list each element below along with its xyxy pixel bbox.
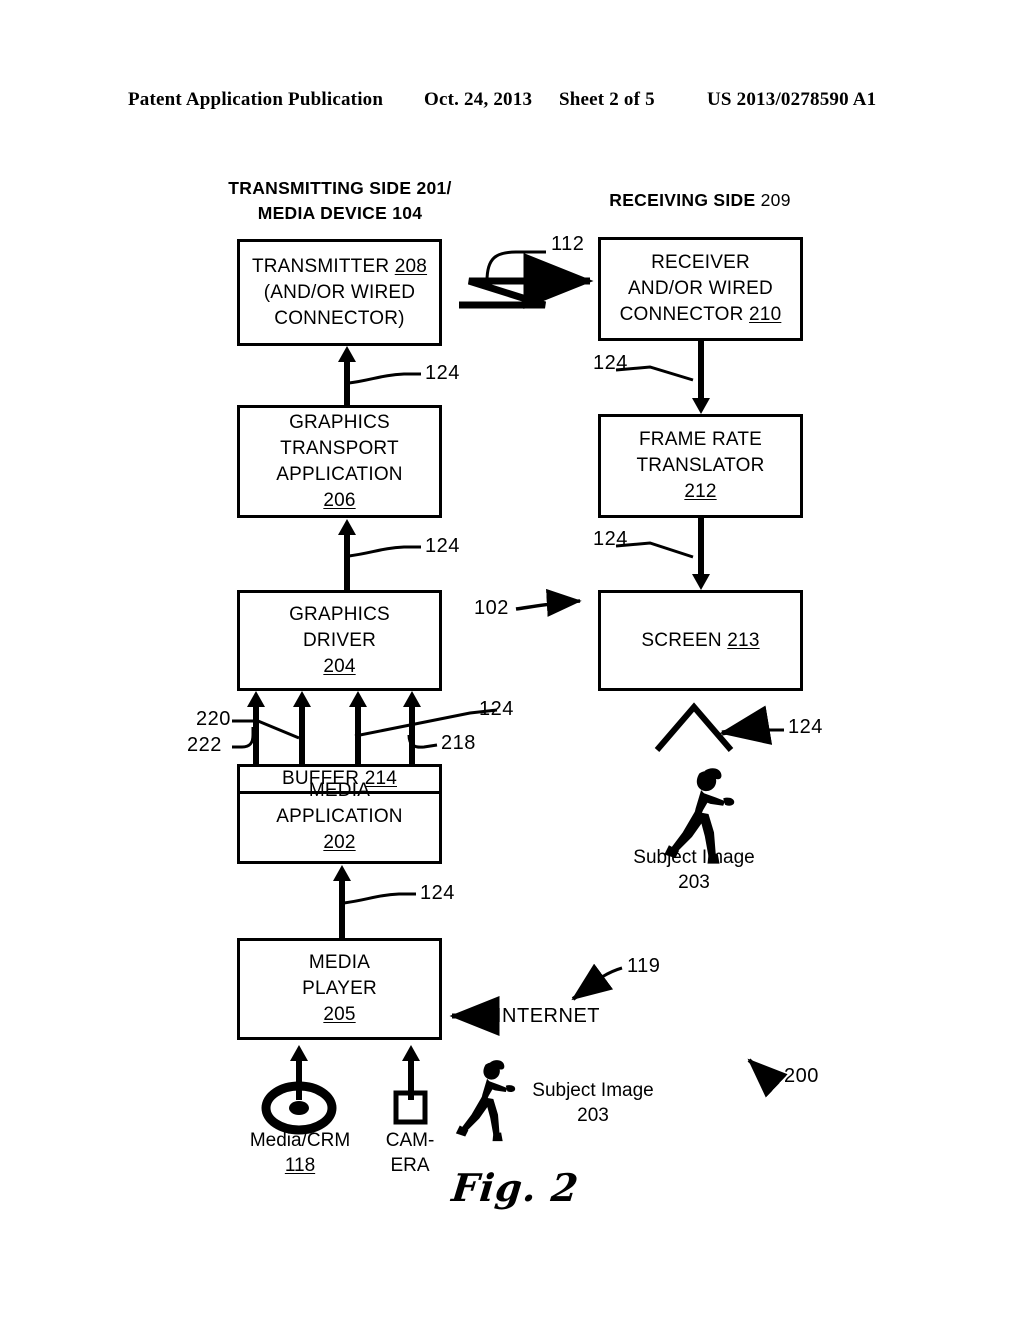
ref-124-driver: 124	[425, 535, 460, 557]
header-sheet: Sheet 2 of 5	[559, 89, 655, 110]
leader-124-player	[343, 892, 416, 905]
arrow-driver-to-transport	[344, 534, 350, 590]
figure-line-overlay	[232, 250, 788, 1142]
ref-124-screen: 124	[593, 528, 628, 550]
arrow-102-to-screen	[515, 588, 582, 617]
graphics-transport-line3: APPLICATION	[276, 463, 403, 485]
receiver-line1: RECEIVER	[651, 252, 750, 273]
transmitting-side-title: TRANSMITTING SIDE 201/ MEDIA DEVICE 104	[198, 176, 482, 226]
graphics-driver-line1: GRAPHICS	[289, 603, 390, 625]
media-application-line2: APPLICATION	[276, 806, 403, 827]
media-player-line1: MEDIA	[308, 952, 371, 973]
ref-119: 119	[627, 955, 661, 977]
arrow-camera-to-player	[408, 1060, 414, 1100]
subject-image-num-bottom: 203	[577, 1105, 609, 1126]
media-player-box[interactable]: MEDIA PLAYER 205	[237, 938, 442, 1040]
arrow-translator-to-screen	[698, 518, 704, 575]
display-output-chevron	[654, 702, 734, 752]
header-patent-number: US 2013/0278590 A1	[707, 89, 877, 110]
patent-figure-page: Patent Application Publication Oct. 24, …	[0, 0, 1024, 1320]
arrow-media-crm-to-player	[296, 1060, 302, 1100]
camera-label-line1: CAM-	[385, 1130, 435, 1151]
subject-image-caption-right: Subject Image 203	[614, 845, 774, 895]
arrow-buffer-stream-220	[299, 706, 305, 764]
leader-222	[232, 727, 255, 749]
ref-124-buffer: 124	[479, 698, 514, 720]
subject-image-num-right: 203	[678, 872, 710, 893]
ref-112: 112	[551, 233, 585, 255]
header-publication: Patent Application Publication	[128, 89, 384, 110]
graphics-transport-ref-num: 206	[323, 489, 356, 511]
ref-218: 218	[441, 732, 476, 754]
leader-arrow-119	[571, 963, 614, 1001]
arrow-transport-to-transmitter	[344, 361, 350, 405]
ref-102: 102	[474, 597, 509, 619]
link-112-zigzag	[459, 250, 594, 309]
graphics-transport-application-box[interactable]: GRAPHICS TRANSPORT APPLICATION 206	[237, 405, 442, 518]
receiver-ref-num: 210	[749, 304, 782, 325]
media-crm-label: Media/CRM	[249, 1130, 351, 1151]
graphics-driver-line2: DRIVER	[303, 629, 376, 651]
subject-image-runner-bottom	[455, 1060, 516, 1142]
receiver-line3: CONNECTOR 210	[619, 304, 782, 325]
ref-124-chevron: 124	[788, 716, 823, 738]
screen-ref-num: 213	[727, 629, 760, 651]
ref-222: 222	[187, 734, 222, 756]
arrow-buffer-stream-218	[409, 706, 415, 764]
arrow-buffer-stream-222	[253, 706, 259, 764]
graphics-transport-line2: TRANSPORT	[280, 437, 399, 459]
leader-arrow-200	[747, 1058, 788, 1098]
ref-124-translator: 124	[593, 352, 628, 374]
frame-rate-translator-box[interactable]: FRAME RATE TRANSLATOR 212	[598, 414, 803, 518]
graphics-driver-box[interactable]: GRAPHICS DRIVER 204	[237, 590, 442, 691]
media-application-ref-num: 202	[323, 832, 356, 853]
leader-124-driver	[348, 545, 421, 558]
subject-image-caption-bottom: Subject Image 203	[513, 1078, 673, 1128]
transmitting-side-title-line1: TRANSMITTING SIDE 201/	[228, 178, 452, 198]
transmitting-side-title-line2: MEDIA DEVICE 104	[257, 203, 423, 223]
figure-caption: Fig. 2	[449, 1165, 582, 1210]
media-player-ref-num: 205	[323, 1004, 356, 1025]
media-player-line2: PLAYER	[302, 978, 377, 999]
graphics-driver-ref-num: 204	[323, 655, 356, 677]
media-crm-caption: Media/CRM 118	[241, 1128, 359, 1178]
page-header: Patent Application Publication Oct. 24, …	[0, 88, 1024, 112]
subject-image-label-right: Subject Image	[633, 847, 755, 868]
media-crm-ref-num: 118	[284, 1155, 316, 1176]
frame-rate-translator-ref-num: 212	[684, 481, 717, 502]
buffer-ref-num: 214	[364, 768, 397, 789]
arrow-player-to-application	[339, 880, 345, 938]
buffer-band[interactable]: BUFFER 214	[240, 767, 439, 794]
ref-200: 200	[784, 1065, 819, 1087]
leader-124-transport	[348, 372, 421, 385]
graphics-transport-line1: GRAPHICS	[289, 411, 390, 433]
transmitter-ref-num: 208	[394, 255, 428, 277]
transmitter-label: TRANSMITTER 208	[251, 255, 428, 277]
internet-label: INTERNET	[496, 1005, 600, 1027]
receiver-line2: AND/OR WIRED	[628, 278, 773, 299]
header-date: Oct. 24, 2013	[424, 89, 533, 110]
receiving-side-title-num: 209	[760, 190, 791, 210]
receiver-box[interactable]: RECEIVER AND/OR WIRED CONNECTOR 210	[598, 237, 803, 341]
camera-label-line2: ERA	[390, 1155, 430, 1176]
transmitter-line2: (AND/OR WIRED	[263, 281, 416, 303]
arrow-receiver-to-translator	[698, 341, 704, 399]
arrow-buffer-stream-124	[355, 706, 361, 764]
frame-rate-translator-line2: TRANSLATOR	[636, 455, 765, 476]
leader-220	[232, 719, 300, 740]
screen-box[interactable]: SCREEN 213	[598, 590, 803, 691]
subject-image-label-bottom: Subject Image	[532, 1080, 654, 1101]
transmitter-line3: CONNECTOR)	[274, 307, 405, 329]
media-application-box[interactable]: BUFFER 214 MEDIA APPLICATION 202	[237, 764, 442, 864]
transmitter-box[interactable]: TRANSMITTER 208 (AND/OR WIRED CONNECTOR)	[237, 239, 442, 346]
receiving-side-title-text: RECEIVING SIDE	[609, 190, 756, 210]
ref-220: 220	[196, 708, 231, 730]
screen-label: SCREEN 213	[641, 629, 760, 651]
ref-124-player: 124	[420, 882, 455, 904]
buffer-label: BUFFER	[282, 768, 360, 789]
receiving-side-title: RECEIVING SIDE 209	[580, 188, 820, 213]
frame-rate-translator-line1: FRAME RATE	[638, 429, 763, 450]
camera-caption: CAM- ERA	[365, 1128, 455, 1178]
ref-124-transport: 124	[425, 362, 460, 384]
